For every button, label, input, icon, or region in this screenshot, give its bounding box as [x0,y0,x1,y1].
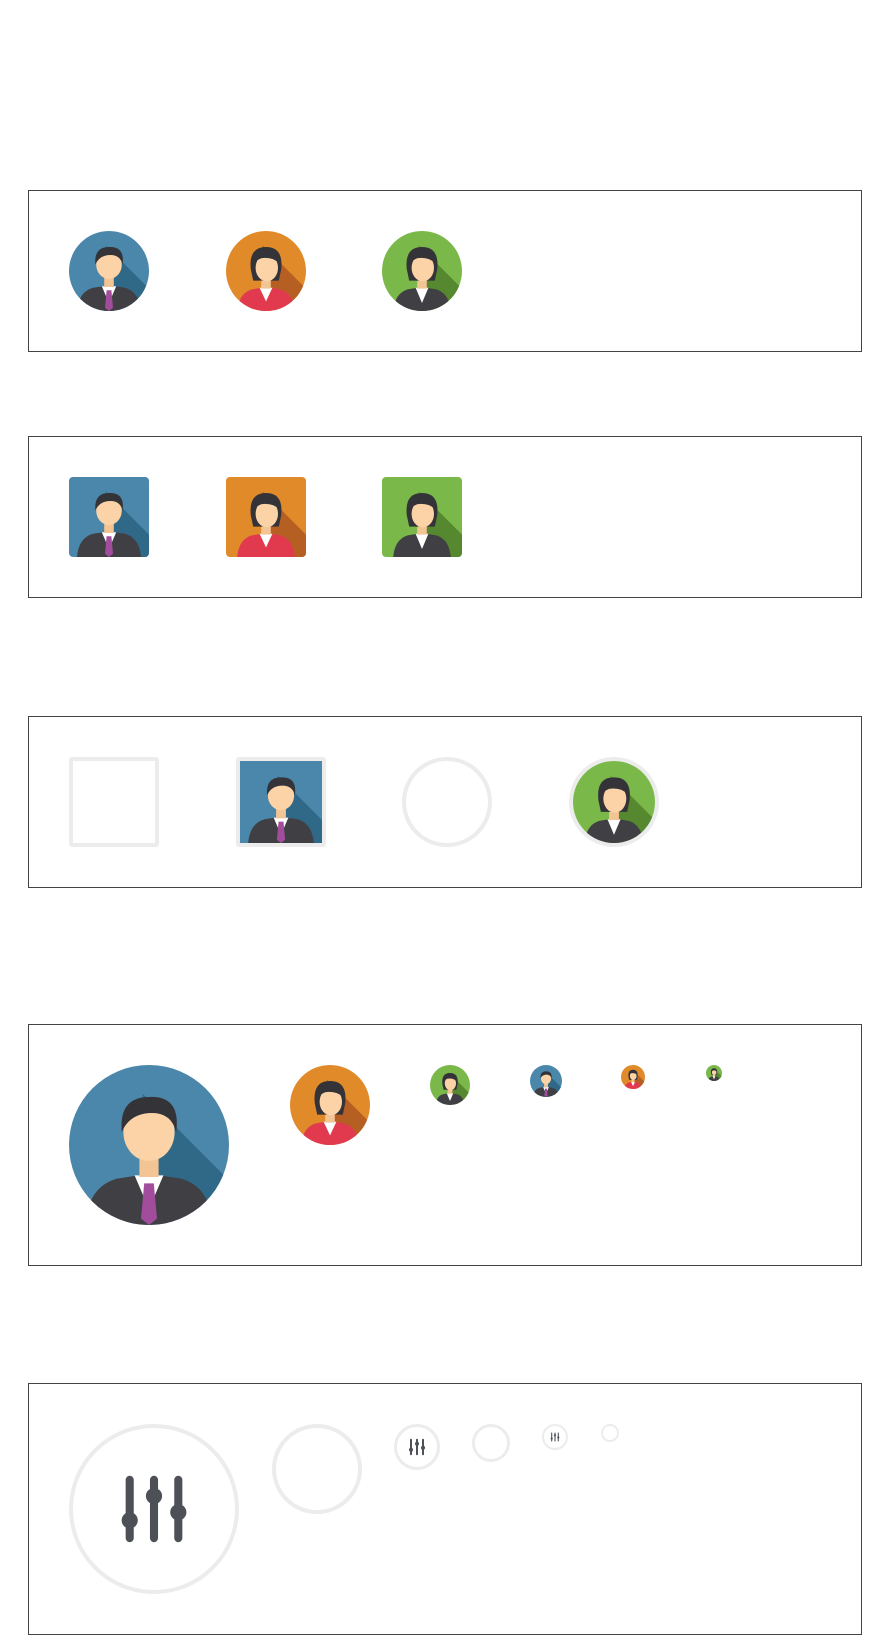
empty-round-button[interactable] [601,1424,619,1442]
settings-button-small[interactable] [542,1424,568,1450]
framed-avatars-panel [28,716,862,888]
woman-red-jacket-avatar-icon[interactable] [226,477,306,557]
sliders-icon [73,1428,235,1590]
woman-dark-jacket-avatar-icon[interactable] [706,1065,722,1081]
empty-round-button[interactable] [272,1424,362,1514]
framed-round-avatar[interactable] [569,757,659,847]
sliders-icon [544,1426,566,1448]
settings-icons-panel [28,1383,862,1635]
settings-button-medium[interactable] [394,1424,440,1470]
sliders-icon [397,1427,437,1467]
man-avatar-icon [240,761,322,843]
avatar-sizes-panel [28,1024,862,1266]
woman-red-jacket-avatar-icon[interactable] [226,231,306,311]
empty-round-button[interactable] [472,1424,510,1462]
framed-square-avatar[interactable] [236,757,326,847]
man-avatar-icon[interactable] [69,1065,229,1225]
square-avatars-panel [28,436,862,598]
woman-red-jacket-avatar-icon[interactable] [290,1065,370,1145]
empty-square-frame[interactable] [69,757,159,847]
round-avatars-panel [28,190,862,352]
man-avatar-icon[interactable] [530,1065,562,1097]
settings-button-large[interactable] [69,1424,239,1594]
woman-dark-jacket-avatar-icon[interactable] [382,231,462,311]
woman-red-jacket-avatar-icon[interactable] [621,1065,645,1089]
man-avatar-icon[interactable] [69,231,149,311]
woman-dark-jacket-avatar-icon[interactable] [382,477,462,557]
empty-round-frame[interactable] [402,757,492,847]
woman-dark-jacket-avatar-icon[interactable] [430,1065,470,1105]
woman-dark-jacket-avatar-icon [573,761,655,843]
man-avatar-icon[interactable] [69,477,149,557]
